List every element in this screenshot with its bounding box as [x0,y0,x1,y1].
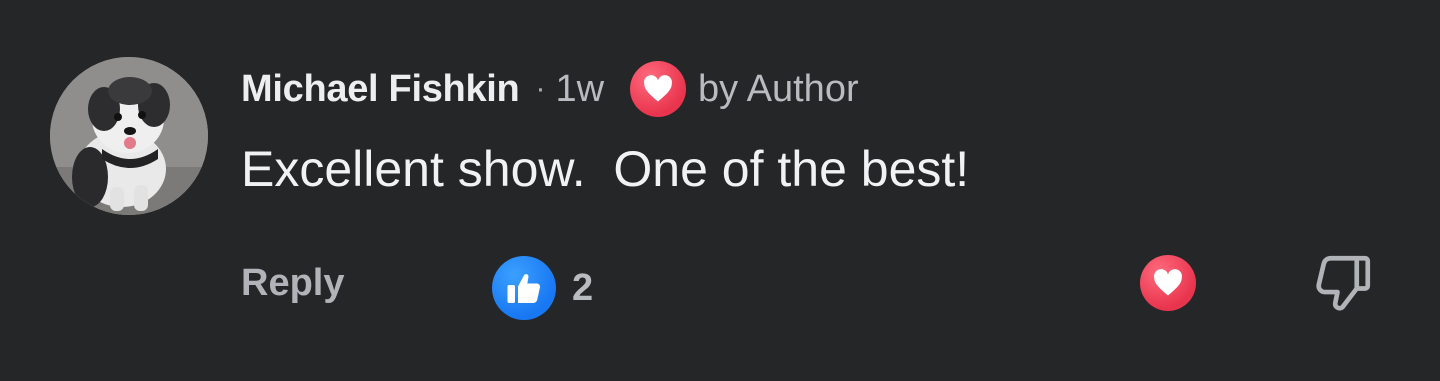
avatar[interactable] [50,57,208,215]
comment-text: Excellent show. One of the best! [241,141,970,197]
thumbs-down-icon [1316,255,1371,311]
author-name[interactable]: Michael Fishkin [241,68,520,111]
heart-icon [644,75,673,102]
dislike-button[interactable] [1310,250,1376,316]
comment-header: Michael Fishkin · 1w by Author [241,61,859,117]
like-count: 2 [572,266,594,309]
like-badge [492,256,556,320]
love-button[interactable] [1140,255,1196,311]
timestamp[interactable]: 1w [555,68,604,111]
separator-dot: · [535,72,546,105]
dog-photo-icon [50,57,208,215]
comment: Michael Fishkin · 1w by Author Excellent… [0,0,1440,381]
author-reaction-badge [630,61,687,117]
reaction-summary[interactable]: 2 [492,256,593,320]
heart-icon [1154,269,1182,296]
reply-button[interactable]: Reply [241,262,344,305]
author-reaction-label: by Author [698,67,859,110]
thumbs-up-icon [507,274,541,303]
